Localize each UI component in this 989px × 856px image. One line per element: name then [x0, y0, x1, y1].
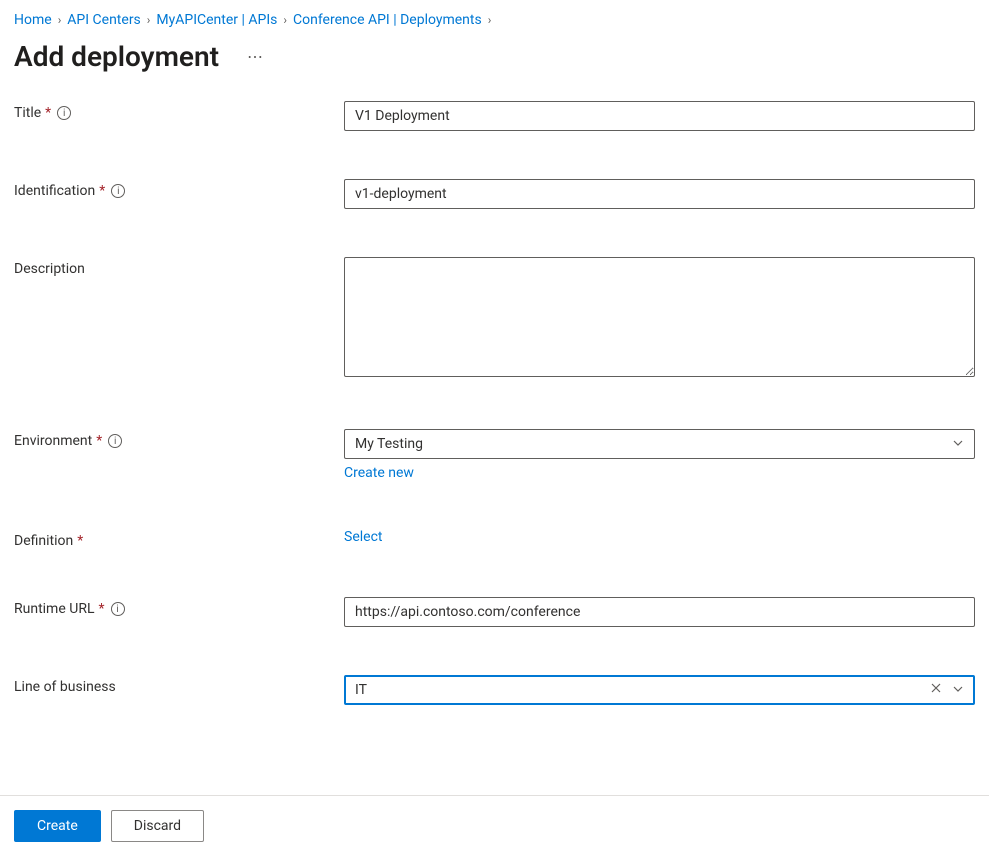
identification-input[interactable] [344, 179, 975, 209]
environment-dropdown[interactable]: My Testing [344, 429, 975, 459]
breadcrumb-api-centers[interactable]: API Centers [67, 12, 141, 28]
page-header: Add deployment ⋯ [0, 34, 989, 101]
chevron-down-icon [952, 437, 964, 452]
deployment-form: Title * i Identification * i Description… [0, 101, 989, 705]
identification-label: Identification * i [14, 179, 344, 199]
runtime-url-input[interactable] [344, 597, 975, 627]
create-new-environment-link[interactable]: Create new [344, 465, 414, 481]
breadcrumb-home[interactable]: Home [14, 12, 52, 28]
breadcrumb-conference-deployments[interactable]: Conference API | Deployments [293, 12, 482, 28]
select-definition-link[interactable]: Select [344, 529, 382, 545]
line-of-business-label: Line of business [14, 675, 344, 695]
chevron-right-icon: › [283, 13, 287, 27]
required-marker: * [77, 533, 83, 549]
required-marker: * [98, 601, 104, 617]
title-label: Title * i [14, 101, 344, 121]
create-button[interactable]: Create [14, 810, 101, 842]
discard-button[interactable]: Discard [111, 810, 204, 842]
chevron-down-icon [952, 683, 964, 698]
required-marker: * [96, 433, 102, 449]
breadcrumb: Home › API Centers › MyAPICenter | APIs … [0, 0, 989, 34]
info-icon[interactable]: i [111, 184, 125, 198]
line-of-business-dropdown[interactable]: IT [344, 675, 975, 705]
title-input[interactable] [344, 101, 975, 131]
description-textarea[interactable] [344, 257, 975, 377]
info-icon[interactable]: i [57, 106, 71, 120]
more-actions-button[interactable]: ⋯ [247, 47, 264, 66]
description-label: Description [14, 257, 344, 277]
environment-label: Environment * i [14, 429, 344, 449]
definition-label: Definition * [14, 529, 344, 549]
runtime-url-label: Runtime URL * i [14, 597, 344, 617]
required-marker: * [99, 183, 105, 199]
environment-value: My Testing [355, 436, 423, 452]
breadcrumb-myapicenter-apis[interactable]: MyAPICenter | APIs [156, 12, 277, 28]
page-title: Add deployment [14, 40, 219, 73]
footer-actions: Create Discard [0, 795, 989, 856]
clear-icon[interactable] [930, 682, 942, 698]
info-icon[interactable]: i [111, 602, 125, 616]
line-of-business-value: IT [355, 682, 367, 698]
chevron-right-icon: › [147, 13, 151, 27]
chevron-right-icon: › [58, 13, 62, 27]
chevron-right-icon: › [488, 13, 492, 27]
required-marker: * [45, 105, 51, 121]
info-icon[interactable]: i [108, 434, 122, 448]
